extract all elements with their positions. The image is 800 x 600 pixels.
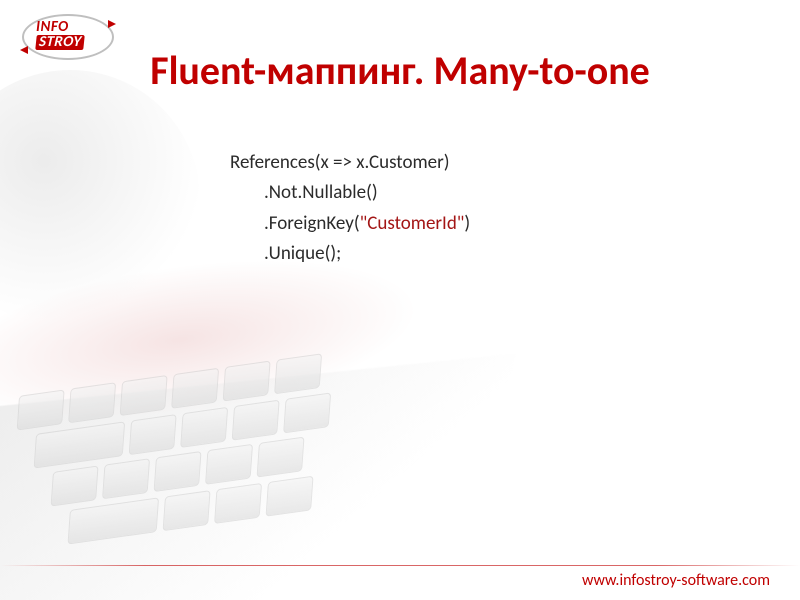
slide: INFO STROY Fluent-маппинг. Many-to-one R… — [0, 0, 800, 600]
footer-url: www.infostroy-software.com — [582, 571, 770, 590]
code-text: .ForeignKey( — [264, 212, 360, 235]
code-line-1: References(x => x.Customer) — [230, 148, 470, 178]
code-line-2: .Not.Nullable() — [230, 178, 470, 208]
code-text: ) — [464, 212, 470, 235]
footer-divider — [0, 565, 800, 566]
slide-title: Fluent-маппинг. Many-to-one — [0, 46, 800, 95]
code-text: References(x => x.Customer) — [230, 151, 450, 174]
code-line-3: .ForeignKey("CustomerId") — [230, 209, 470, 239]
code-string-literal: "CustomerId" — [360, 212, 465, 235]
code-block: References(x => x.Customer) .Not.Nullabl… — [230, 148, 470, 270]
code-line-4: .Unique(); — [230, 239, 470, 269]
